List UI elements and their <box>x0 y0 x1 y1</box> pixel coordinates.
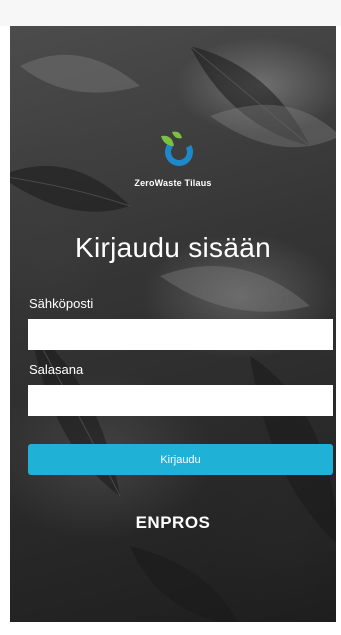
login-screen: ZeroWaste Tilaus Kirjaudu sisään Sähköpo… <box>10 26 336 622</box>
enpros-logo: ENPROS <box>135 513 211 532</box>
email-label: Sähköposti <box>29 296 94 311</box>
bottom-margin <box>0 622 341 635</box>
app-name: ZeroWaste Tilaus <box>134 178 212 188</box>
password-field[interactable] <box>28 385 333 416</box>
login-button[interactable]: Kirjaudu <box>28 444 333 475</box>
status-bar-area <box>0 0 341 26</box>
email-field[interactable] <box>28 319 333 350</box>
password-label: Salasana <box>29 362 84 377</box>
login-heading: Kirjaudu sisään <box>75 232 271 263</box>
zerowaste-logo-icon <box>161 131 193 166</box>
